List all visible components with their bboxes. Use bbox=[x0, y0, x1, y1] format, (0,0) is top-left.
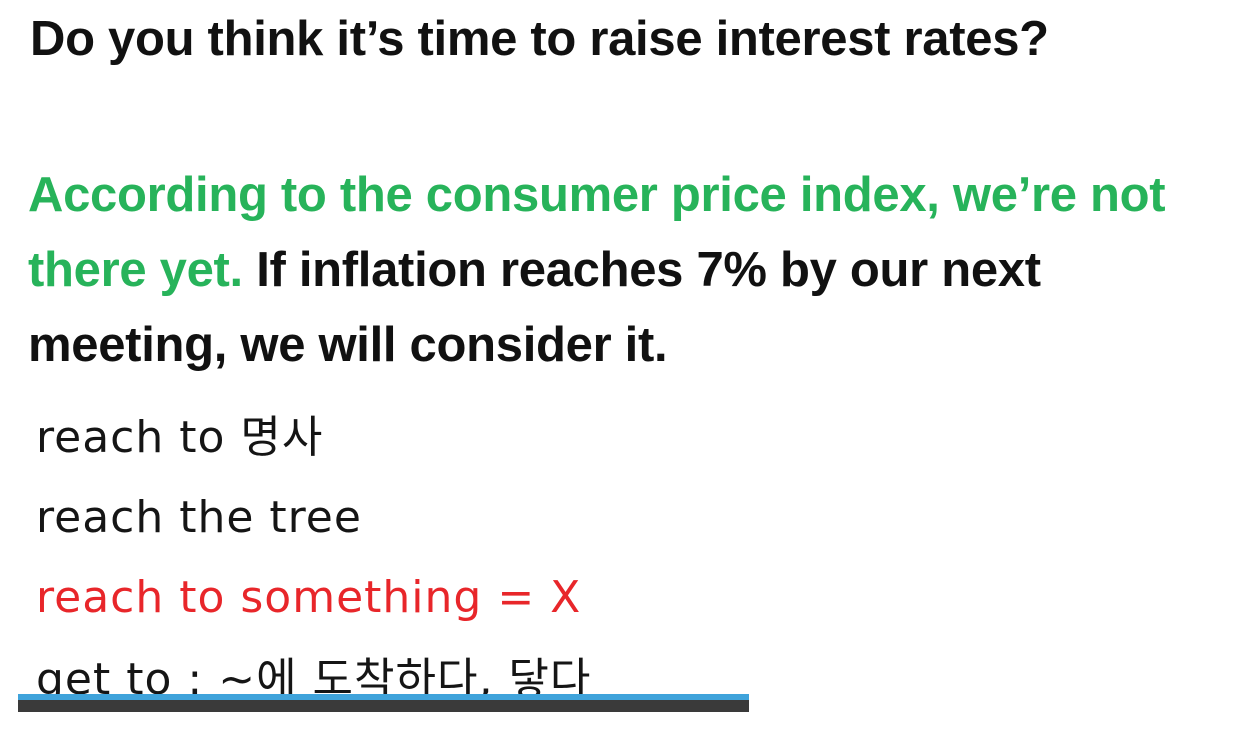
progress-track[interactable] bbox=[18, 699, 749, 712]
question-text: Do you think it’s time to raise interest… bbox=[30, 12, 1049, 66]
handwritten-note-3: reach to something = X bbox=[36, 572, 582, 623]
progress-fill bbox=[18, 694, 749, 700]
handwritten-note-1: reach to 명사 bbox=[36, 412, 324, 463]
lesson-slide: Do you think it’s time to raise interest… bbox=[0, 0, 1236, 730]
video-progress-bar[interactable] bbox=[18, 694, 749, 712]
answer-text: According to the consumer price index, w… bbox=[28, 158, 1218, 383]
handwritten-note-2: reach the tree bbox=[36, 492, 362, 543]
